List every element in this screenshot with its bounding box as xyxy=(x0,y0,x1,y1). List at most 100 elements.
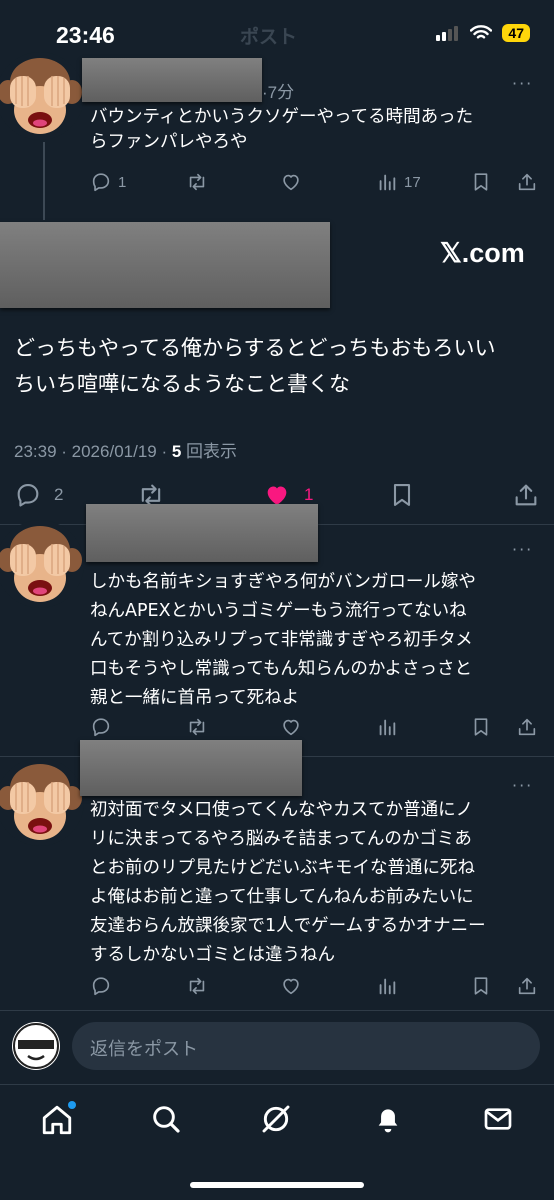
reply-button[interactable]: 2 xyxy=(14,481,63,509)
reply-button[interactable] xyxy=(90,975,112,997)
bookmark-button[interactable] xyxy=(470,171,492,193)
notifications-icon xyxy=(378,1109,398,1133)
retweet-icon xyxy=(186,171,208,193)
share-icon xyxy=(512,481,540,509)
nav-grok[interactable] xyxy=(260,1103,292,1139)
bookmark-icon xyxy=(470,171,492,193)
redacted-username xyxy=(80,740,302,796)
retweet-icon xyxy=(186,975,208,997)
bookmark-button[interactable] xyxy=(470,975,492,997)
monkey-avatar-icon xyxy=(0,520,84,608)
retweet-icon xyxy=(186,716,208,738)
x-com-label: 𝕏.com xyxy=(440,238,525,268)
heart-icon xyxy=(280,171,302,193)
monkey-avatar-icon xyxy=(0,52,84,140)
like-button[interactable] xyxy=(280,975,302,997)
share-button[interactable] xyxy=(516,975,538,997)
like-count: 1 xyxy=(304,485,314,504)
faded-page-title: ポスト xyxy=(240,26,298,48)
bookmark-button[interactable] xyxy=(388,481,416,509)
signal-icon xyxy=(436,26,459,41)
view-count: 17 xyxy=(404,173,421,191)
redacted-author-header xyxy=(0,222,330,308)
post-text-line: んてか割り込みリプって非常識すぎやろ初手タメ xyxy=(90,630,473,650)
home-indicator xyxy=(190,1182,364,1188)
post-text-line: ねんAPEXとかいうゴミゲーもう流行ってないね xyxy=(90,601,467,621)
reply-icon xyxy=(90,171,112,193)
post-text-line: どっちもやってる俺からするとどっちもおもろいい xyxy=(14,336,496,360)
redacted-username xyxy=(82,58,262,102)
retweet-button[interactable] xyxy=(186,171,208,193)
like-button[interactable] xyxy=(280,716,302,738)
thread-line xyxy=(43,142,45,220)
post-text-line: するしかないゴミとは違うねん xyxy=(90,945,335,965)
views-button[interactable]: 17 xyxy=(376,171,421,193)
battery-level: 47 xyxy=(502,24,530,42)
avatar[interactable] xyxy=(0,520,84,608)
reply-icon xyxy=(90,975,112,997)
post-text: バウンティとかいうクソゲーやってる時間あった らファンパレやろや xyxy=(90,105,473,155)
reply-button[interactable] xyxy=(90,716,112,738)
views-button[interactable] xyxy=(376,975,398,997)
bookmark-icon xyxy=(470,716,492,738)
post-text-line: バウンティとかいうクソゲーやってる時間あった xyxy=(90,107,474,127)
bookmark-button[interactable] xyxy=(470,716,492,738)
status-icons: 47 xyxy=(436,24,530,42)
post-timestamp: 23:39 · 2026/01/19 · 5 回表示 xyxy=(14,437,237,462)
nav-search[interactable] xyxy=(150,1103,182,1139)
share-button[interactable] xyxy=(516,171,538,193)
post-text-line: ちいち喧嘩になるようなこと書くな xyxy=(14,372,350,396)
views-icon xyxy=(376,171,398,193)
my-avatar[interactable] xyxy=(12,1022,60,1070)
more-options-button[interactable]: ··· xyxy=(512,776,533,795)
reply-count: 1 xyxy=(118,173,127,191)
post-text-line: とお前のリプ見たけどだいぶキモイな普通に死ね xyxy=(90,858,475,878)
share-button[interactable] xyxy=(516,716,538,738)
share-icon xyxy=(516,975,538,997)
reply-button[interactable]: 1 xyxy=(90,171,126,193)
reply-count: 2 xyxy=(54,485,64,504)
post-time: ·7分 xyxy=(262,83,295,102)
avatar[interactable] xyxy=(0,52,84,140)
post-text-line: らファンパレやろや xyxy=(90,132,248,152)
retweet-button[interactable] xyxy=(186,975,208,997)
search-icon xyxy=(153,1106,180,1133)
views-button[interactable] xyxy=(376,716,398,738)
bookmark-icon xyxy=(388,481,416,509)
ninja-avatar-icon xyxy=(13,1023,59,1069)
share-button[interactable] xyxy=(512,481,540,509)
more-options-button[interactable]: ··· xyxy=(512,74,533,93)
like-button[interactable] xyxy=(280,171,302,193)
redacted-username xyxy=(86,504,318,562)
views-number: 5 xyxy=(171,442,182,461)
timestamp-text: 23:39 · 2026/01/19 · xyxy=(14,442,172,461)
wifi-icon xyxy=(470,25,493,39)
heart-icon xyxy=(280,975,302,997)
reply-input[interactable]: 返信をポスト xyxy=(72,1022,540,1070)
share-icon xyxy=(516,716,538,738)
post-text: 初対面でタメ口使ってくんなやカスてか普通にノ リに決まってるやろ脳みそ詰まってん… xyxy=(90,796,486,970)
post-text-line: リに決まってるやろ脳みそ詰まってんのかゴミあ xyxy=(90,829,472,849)
monkey-avatar-icon xyxy=(0,758,84,846)
messages-icon xyxy=(484,1108,512,1130)
avatar[interactable] xyxy=(0,758,84,846)
reply-icon xyxy=(14,481,42,509)
post-text: しかも名前キショすぎやろ何がバンガロール嫁や ねんAPEXとかいうゴミゲーもう流… xyxy=(90,568,476,713)
grok-icon xyxy=(262,1105,290,1133)
views-icon xyxy=(376,716,398,738)
nav-messages[interactable] xyxy=(482,1103,514,1139)
divider xyxy=(0,1010,554,1011)
nav-home[interactable] xyxy=(40,1101,76,1141)
post-text-line: 友達おらん放課後家で1人でゲームするかオナニー xyxy=(90,916,486,936)
post-text-line: しかも名前キショすぎやろ何がバンガロール嫁や xyxy=(90,572,476,592)
post-text-line: 初対面でタメ口使ってくんなやカスてか普通にノ xyxy=(90,800,474,820)
heart-icon xyxy=(280,716,302,738)
retweet-button[interactable] xyxy=(186,716,208,738)
more-options-button[interactable]: ··· xyxy=(512,540,533,559)
nav-notifications[interactable] xyxy=(372,1103,404,1139)
notification-dot xyxy=(68,1101,76,1109)
post-text-line: 親と一緒に首吊って死ねよ xyxy=(90,688,300,708)
status-time: 23:46 xyxy=(56,22,115,48)
share-icon xyxy=(516,171,538,193)
views-icon xyxy=(376,975,398,997)
